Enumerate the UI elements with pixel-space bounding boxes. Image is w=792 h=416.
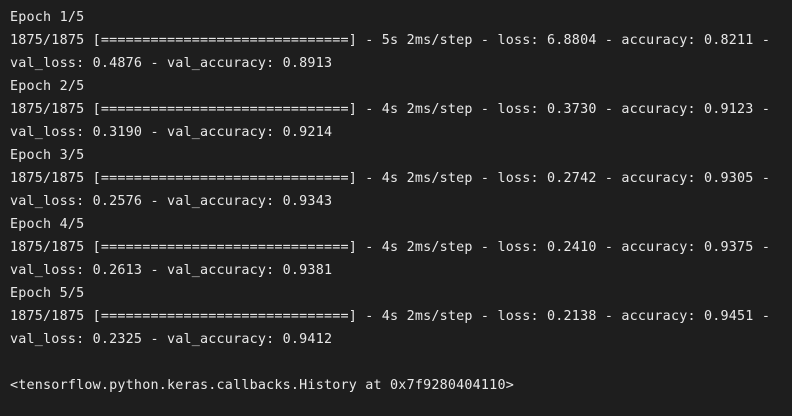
history-result-line: <tensorflow.python.keras.callbacks.Histo… (10, 378, 514, 393)
epoch-header: Epoch 3/5 (10, 148, 85, 163)
epoch-progress-line: 1875/1875 [=============================… (10, 33, 771, 48)
epoch-block-3: Epoch 3/5 1875/1875 [===================… (10, 144, 790, 213)
epoch-progress-line: 1875/1875 [=============================… (10, 240, 771, 255)
epoch-validation-line: val_loss: 0.2613 - val_accuracy: 0.9381 (10, 263, 333, 278)
epoch-header: Epoch 2/5 (10, 79, 85, 94)
cell-output: Epoch 1/5 1875/1875 [===================… (10, 6, 790, 397)
epoch-validation-line: val_loss: 0.2325 - val_accuracy: 0.9412 (10, 332, 333, 347)
epoch-block-1: Epoch 1/5 1875/1875 [===================… (10, 6, 790, 75)
epoch-block-2: Epoch 2/5 1875/1875 [===================… (10, 75, 790, 144)
epoch-block-5: Epoch 5/5 1875/1875 [===================… (10, 282, 790, 351)
epoch-validation-line: val_loss: 0.4876 - val_accuracy: 0.8913 (10, 56, 333, 71)
epoch-header: Epoch 1/5 (10, 10, 85, 25)
epoch-validation-line: val_loss: 0.3190 - val_accuracy: 0.9214 (10, 125, 333, 140)
epoch-header: Epoch 5/5 (10, 286, 85, 301)
epoch-progress-line: 1875/1875 [=============================… (10, 309, 771, 324)
epoch-progress-line: 1875/1875 [=============================… (10, 102, 771, 117)
epoch-validation-line: val_loss: 0.2576 - val_accuracy: 0.9343 (10, 194, 333, 209)
epoch-header: Epoch 4/5 (10, 217, 85, 232)
epoch-block-4: Epoch 4/5 1875/1875 [===================… (10, 213, 790, 282)
epoch-progress-line: 1875/1875 [=============================… (10, 171, 771, 186)
